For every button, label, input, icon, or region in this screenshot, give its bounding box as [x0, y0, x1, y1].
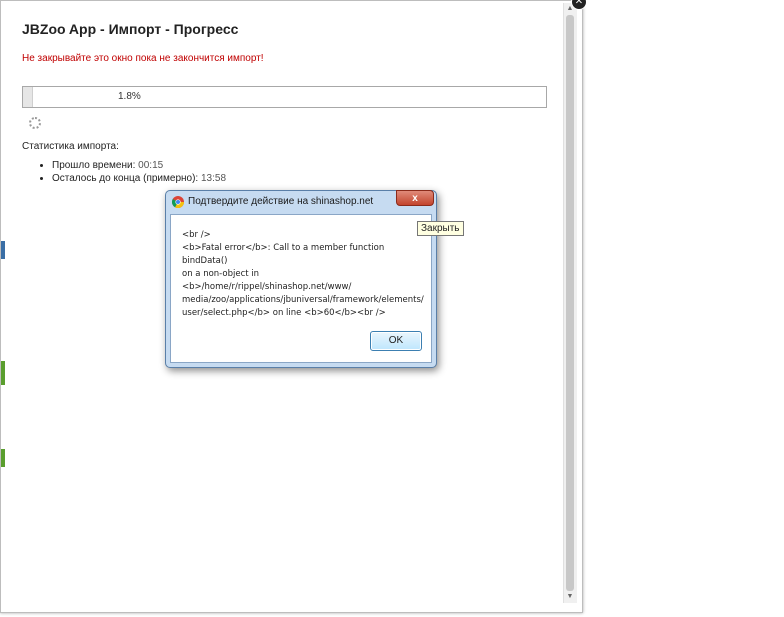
chrome-icon [172, 196, 184, 208]
stat-elapsed: Прошло времени: 00:15 [52, 159, 226, 172]
modal-close-icon[interactable]: ✕ [571, 0, 587, 10]
stats-title: Статистика импорта: [22, 141, 119, 152]
import-progress-bar: 1.8% [22, 86, 547, 108]
loading-spinner-icon [29, 117, 41, 129]
dialog-message: <br /> <b>Fatal error</b>: Call to a mem… [182, 230, 424, 318]
background-strip [1, 449, 5, 467]
background-strip [1, 241, 5, 259]
stats-list: Прошло времени: 00:15 Осталось до конца … [22, 159, 226, 185]
ok-button[interactable]: OK [370, 331, 422, 351]
stat-elapsed-value: 00:15 [138, 160, 164, 171]
progress-fill [23, 87, 34, 107]
stat-remaining-label: Осталось до конца (примерно): [52, 173, 199, 184]
dialog-titlebar[interactable]: Подтвердите действие на shinashop.net x [166, 190, 436, 213]
scrollbar-thumb[interactable] [566, 15, 574, 591]
stat-remaining-value: 13:58 [200, 173, 227, 184]
stat-elapsed-label: Прошло времени: [52, 160, 136, 171]
dialog-close-button[interactable]: x [396, 190, 434, 206]
scroll-down-arrow-icon[interactable]: ▼ [565, 593, 575, 601]
page-title: JBZoo App - Импорт - Прогресс [22, 21, 239, 37]
close-tooltip: Закрыть [417, 221, 464, 236]
background-strip [1, 361, 5, 385]
dialog-body: <br /> <b>Fatal error</b>: Call to a mem… [170, 214, 432, 363]
warning-message: Не закрывайте это окно пока не закончитс… [22, 53, 264, 64]
progress-label: 1.8% [118, 91, 141, 102]
alert-dialog: Подтвердите действие на shinashop.net x … [165, 190, 437, 368]
dialog-title: Подтвердите действие на shinashop.net [188, 196, 374, 207]
stat-remaining: Осталось до конца (примерно): 13:58 [52, 172, 226, 185]
